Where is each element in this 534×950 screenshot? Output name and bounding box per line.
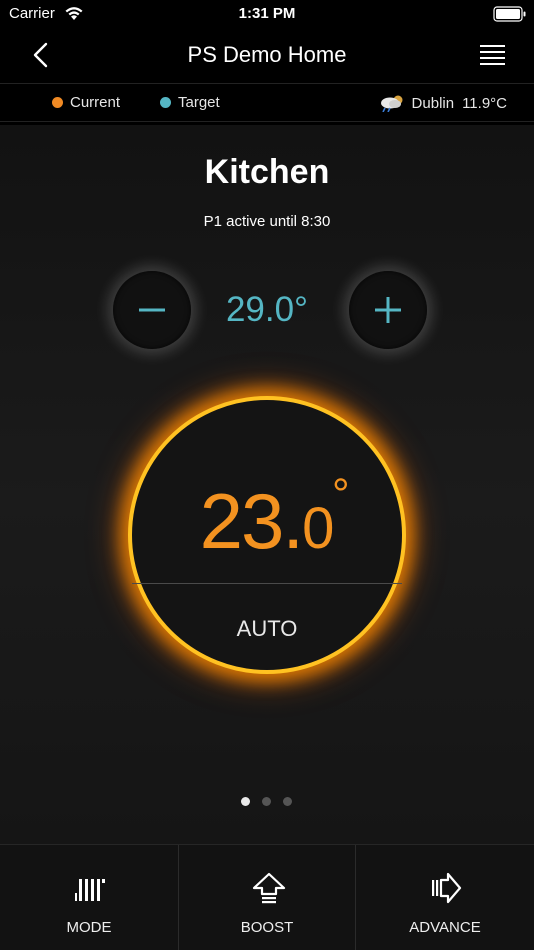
bottom-action-bar: MODE BOOST ADVANCE bbox=[0, 844, 534, 950]
battery-icon bbox=[493, 6, 526, 22]
weather-temperature: 11.9°C bbox=[462, 95, 507, 112]
current-temperature-dial[interactable]: 23.0 ° AUTO bbox=[128, 396, 406, 674]
target-temperature: 29.0° bbox=[225, 290, 309, 329]
schedule-status: P1 active until 8:30 bbox=[203, 213, 331, 230]
page-dot-1[interactable] bbox=[241, 797, 250, 806]
page-title: PS Demo Home bbox=[187, 42, 347, 67]
mode-button[interactable]: MODE bbox=[0, 845, 178, 950]
advance-arrow-icon bbox=[432, 872, 462, 904]
advance-button-label: ADVANCE bbox=[409, 919, 481, 936]
thermostat-screen: Carrier 1:31 PM PS Demo Home Current Tar… bbox=[0, 0, 534, 950]
legend-current-label: Current bbox=[70, 94, 121, 111]
boost-arrow-icon bbox=[252, 872, 286, 904]
weather-city: Dublin bbox=[411, 95, 455, 112]
degree-symbol: ° bbox=[332, 470, 350, 519]
radiator-icon bbox=[75, 879, 105, 901]
mode-button-label: MODE bbox=[66, 919, 112, 936]
legend-bar: Current Target Dublin 11.9°C bbox=[0, 83, 534, 122]
hamburger-menu-icon[interactable] bbox=[480, 43, 505, 65]
weather-info: Dublin 11.9°C bbox=[379, 94, 507, 112]
plus-icon bbox=[375, 297, 401, 323]
status-bar: Carrier 1:31 PM bbox=[0, 0, 534, 30]
room-name: Kitchen bbox=[204, 153, 330, 191]
advance-button[interactable]: ADVANCE bbox=[356, 845, 534, 950]
dial-divider bbox=[132, 583, 402, 584]
cloud-rain-icon bbox=[380, 95, 403, 112]
boost-button-label: BOOST bbox=[240, 919, 294, 936]
page-dot-2[interactable] bbox=[262, 797, 271, 806]
target-color-dot bbox=[160, 97, 171, 108]
legend-target-label: Target bbox=[178, 94, 220, 111]
legend-current: Current bbox=[52, 94, 120, 111]
mode-label: AUTO bbox=[236, 616, 298, 641]
nav-bar: PS Demo Home bbox=[0, 30, 534, 82]
status-time: 1:31 PM bbox=[238, 5, 296, 22]
current-temp-decimal: 0 bbox=[302, 496, 335, 561]
current-temperature: 23.0 ° bbox=[132, 470, 402, 567]
increase-target-button[interactable] bbox=[349, 271, 427, 349]
page-dot-3[interactable] bbox=[283, 797, 292, 806]
current-temp-integer: 23. bbox=[199, 477, 304, 565]
boost-button[interactable]: BOOST bbox=[178, 845, 356, 950]
legend-target: Target bbox=[160, 94, 220, 111]
current-color-dot bbox=[52, 97, 63, 108]
